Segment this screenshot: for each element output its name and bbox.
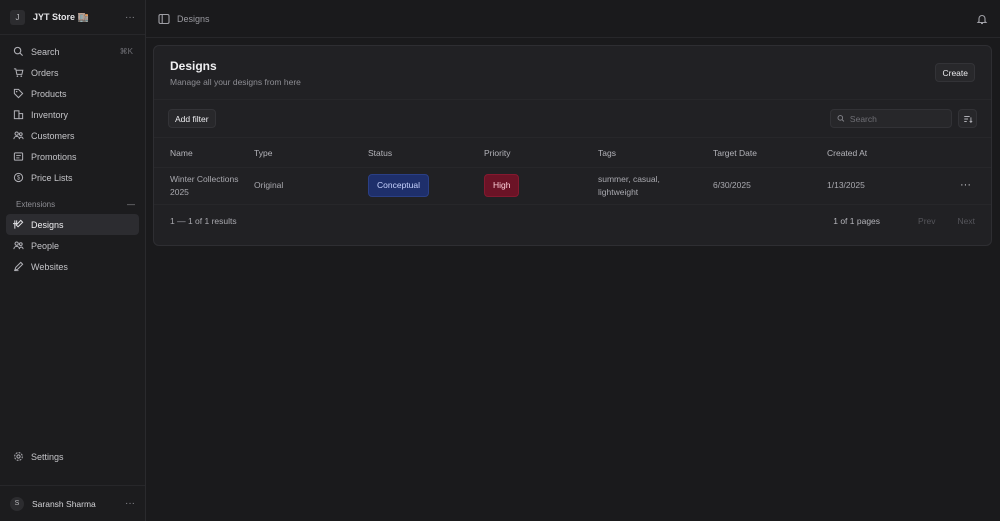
cell-tags: summer, casual, lightweight — [598, 168, 713, 204]
users-icon — [12, 130, 24, 142]
currency-icon: $ — [12, 172, 24, 184]
breadcrumb[interactable]: Designs — [177, 14, 976, 24]
tag-icon — [12, 88, 24, 100]
bell-icon[interactable] — [976, 13, 988, 25]
design-name-line1: Winter Collections — [170, 173, 239, 184]
sidebar-item-label: Settings — [31, 451, 64, 462]
user-name: Saransh Sharma — [32, 498, 96, 509]
main-nav: Search ⌘K Orders Products Inventory Cust… — [0, 35, 145, 188]
receipt-icon — [12, 151, 24, 163]
sidebar-bottom: Settings S Saransh Sharma ··· — [0, 446, 145, 521]
column-header-target-date[interactable]: Target Date — [713, 138, 827, 168]
status-badge: Conceptual — [368, 174, 430, 198]
sidebar-item-settings[interactable]: Settings — [6, 446, 139, 467]
sidebar-item-people[interactable]: People — [6, 235, 139, 256]
sidebar-item-products[interactable]: Products — [6, 83, 139, 104]
create-button[interactable]: Create — [935, 63, 975, 82]
avatar: S — [10, 496, 24, 511]
sidebar-item-inventory[interactable]: Inventory — [6, 104, 139, 125]
sort-button[interactable] — [958, 109, 977, 128]
table-footer: 1 — 1 of 1 results 1 of 1 pages Prev Nex… — [154, 203, 991, 238]
store-menu-button[interactable]: ··· — [125, 12, 135, 23]
page-subtitle: Manage all your designs from here — [170, 77, 301, 87]
sidebar-item-label: Websites — [31, 261, 68, 272]
cell-priority: High — [484, 168, 598, 204]
sidebar-item-orders[interactable]: Orders — [6, 62, 139, 83]
results-count: 1 — 1 of 1 results — [170, 216, 237, 226]
table-toolbar: Add filter — [154, 99, 991, 137]
sidebar-item-label: Inventory — [31, 109, 69, 120]
next-button[interactable]: Next — [958, 216, 975, 226]
sidebar-item-label: Customers — [31, 130, 75, 141]
extensions-nav: Designs People Websites — [0, 214, 145, 277]
design-name-line2: 2025 — [170, 186, 189, 197]
sidebar-item-label: Orders — [31, 67, 59, 78]
table-row[interactable]: Winter Collections 2025 Original Concept… — [154, 167, 991, 204]
search-shortcut: ⌘K — [119, 47, 133, 56]
designs-table: Name Type Status Priority Tags Target Da… — [154, 137, 991, 204]
store-name: JYT Store 🏬 — [33, 11, 89, 22]
sidebar-item-label: Search — [31, 46, 60, 57]
search-input[interactable] — [849, 113, 945, 124]
sidebar-item-label: Products — [31, 88, 67, 99]
topbar: Designs — [146, 0, 1000, 38]
store-avatar: J — [10, 9, 25, 25]
page-indicator: 1 of 1 pages — [833, 216, 881, 226]
main-content: Designs Designs Manage all your designs … — [146, 0, 1000, 521]
search-icon — [12, 46, 24, 58]
sidebar-item-label: People — [31, 240, 60, 251]
tools-icon — [12, 219, 24, 231]
store-switcher[interactable]: J JYT Store 🏬 ··· — [0, 0, 145, 34]
column-header-tags[interactable]: Tags — [598, 138, 713, 168]
card-header: Designs Manage all your designs from her… — [154, 46, 991, 99]
collapse-icon[interactable]: — — [127, 200, 135, 209]
priority-badge: High — [484, 174, 520, 198]
cell-name: Winter Collections 2025 — [154, 168, 254, 204]
cell-target-date: 6/30/2025 — [713, 180, 751, 191]
sidebar-item-designs[interactable]: Designs — [6, 214, 139, 235]
sidebar-item-label: Price Lists — [31, 172, 73, 183]
cell-type: Original — [254, 180, 284, 191]
column-header-status[interactable]: Status — [368, 138, 484, 168]
tags-line1: summer, casual, — [598, 173, 660, 184]
cart-icon — [12, 67, 24, 79]
column-header-created-at[interactable]: Created At — [827, 138, 937, 168]
search-icon — [837, 115, 845, 122]
sidebar-item-price-lists[interactable]: $ Price Lists — [6, 167, 139, 188]
cell-actions: ··· — [937, 168, 991, 204]
app-root: J JYT Store 🏬 ··· Search ⌘K Orders Produ… — [0, 0, 1000, 521]
row-actions-button[interactable]: ··· — [960, 179, 971, 191]
sort-icon — [963, 115, 972, 123]
tags-line2: lightweight — [598, 186, 639, 197]
prev-button[interactable]: Prev — [918, 216, 935, 226]
search-field[interactable] — [830, 109, 952, 128]
sidebar-item-search[interactable]: Search ⌘K — [6, 41, 139, 62]
column-header-actions — [937, 138, 991, 168]
extensions-label: Extensions — [16, 199, 56, 209]
sidebar-item-label: Designs — [31, 219, 64, 230]
page-title: Designs — [170, 59, 217, 73]
column-header-name[interactable]: Name — [154, 138, 254, 168]
sidebar-item-label: Promotions — [31, 151, 77, 162]
table-header-row: Name Type Status Priority Tags Target Da… — [154, 137, 991, 168]
user-menu-button[interactable]: ··· — [125, 498, 135, 509]
sidebar: J JYT Store 🏬 ··· Search ⌘K Orders Produ… — [0, 0, 146, 521]
cell-created-at: 1/13/2025 — [827, 180, 865, 191]
sidebar-toggle-icon[interactable] — [158, 13, 170, 25]
sidebar-item-promotions[interactable]: Promotions — [6, 146, 139, 167]
user-menu[interactable]: S Saransh Sharma ··· — [0, 485, 145, 521]
column-header-priority[interactable]: Priority — [484, 138, 598, 168]
building-icon — [12, 109, 24, 121]
cell-status: Conceptual — [368, 168, 484, 204]
pen-icon — [12, 261, 24, 273]
sidebar-item-customers[interactable]: Customers — [6, 125, 139, 146]
gear-icon — [12, 451, 24, 463]
people-icon — [12, 240, 24, 252]
add-filter-button[interactable]: Add filter — [168, 109, 216, 128]
column-header-type[interactable]: Type — [254, 138, 368, 168]
designs-card: Designs Manage all your designs from her… — [153, 45, 992, 246]
sidebar-item-websites[interactable]: Websites — [6, 256, 139, 277]
extensions-section-header[interactable]: Extensions — — [0, 194, 145, 214]
